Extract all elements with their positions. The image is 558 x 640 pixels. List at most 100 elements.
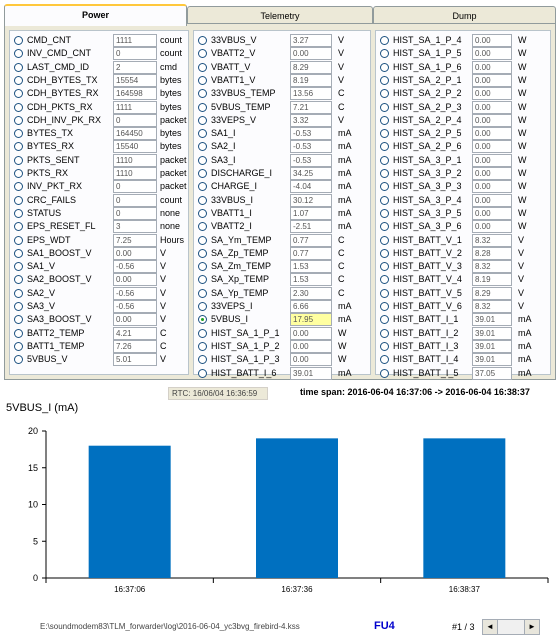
- radio-button[interactable]: [380, 89, 389, 99]
- radio-button[interactable]: [380, 288, 389, 298]
- radio-button[interactable]: [198, 208, 207, 218]
- telemetry-row[interactable]: SA1_V -0.56 V: [10, 260, 188, 274]
- radio-button[interactable]: [198, 288, 207, 298]
- radio-button[interactable]: [14, 62, 23, 72]
- radio-button[interactable]: [380, 49, 389, 59]
- radio-button[interactable]: [198, 368, 207, 378]
- telemetry-row[interactable]: SA3_I -0.53 mA: [194, 153, 370, 167]
- radio-button[interactable]: [14, 129, 23, 139]
- telemetry-row[interactable]: HIST_SA_2_P_1 0.00 W: [376, 73, 550, 87]
- telemetry-row[interactable]: 5VBUS_V 5.01 V: [10, 353, 188, 367]
- telemetry-row[interactable]: HIST_BATT_I_4 39.01 mA: [376, 353, 550, 367]
- telemetry-row[interactable]: EPS_WDT 7.25 Hours: [10, 233, 188, 247]
- telemetry-row[interactable]: HIST_BATT_I_6 39.01 mA: [194, 366, 370, 380]
- radio-button[interactable]: [198, 102, 207, 112]
- telemetry-row[interactable]: HIST_SA_2_P_6 0.00 W: [376, 140, 550, 154]
- telemetry-row[interactable]: SA2_BOOST_V 0.00 V: [10, 273, 188, 287]
- radio-button[interactable]: [198, 155, 207, 165]
- radio-button[interactable]: [198, 341, 207, 351]
- telemetry-row[interactable]: VBATT_V 8.29 V: [194, 60, 370, 74]
- radio-button[interactable]: [14, 328, 23, 338]
- radio-button[interactable]: [14, 115, 23, 125]
- radio-button[interactable]: [14, 235, 23, 245]
- telemetry-row[interactable]: SA3_BOOST_V 0.00 V: [10, 313, 188, 327]
- radio-button[interactable]: [198, 235, 207, 245]
- telemetry-row[interactable]: HIST_BATT_V_5 8.29 V: [376, 286, 550, 300]
- telemetry-row[interactable]: 5VBUS_TEMP 7.21 C: [194, 100, 370, 114]
- radio-button[interactable]: [380, 36, 389, 45]
- telemetry-row[interactable]: HIST_SA_1_P_3 0.00 W: [194, 353, 370, 367]
- telemetry-row[interactable]: HIST_SA_2_P_4 0.00 W: [376, 113, 550, 127]
- telemetry-row[interactable]: SA_Yp_TEMP 2.30 C: [194, 286, 370, 300]
- telemetry-row[interactable]: VBATT1_I 1.07 mA: [194, 206, 370, 220]
- telemetry-row[interactable]: SA1_I -0.53 mA: [194, 127, 370, 141]
- telemetry-row[interactable]: PKTS_SENT 1110 packet: [10, 153, 188, 167]
- telemetry-row[interactable]: INV_CMD_CNT 0 count: [10, 47, 188, 61]
- telemetry-row[interactable]: VBATT1_V 8.19 V: [194, 73, 370, 87]
- telemetry-row[interactable]: SA_Ym_TEMP 0.77 C: [194, 233, 370, 247]
- telemetry-row[interactable]: 33VBUS_I 30.12 mA: [194, 193, 370, 207]
- radio-button[interactable]: [380, 275, 389, 285]
- telemetry-row[interactable]: HIST_SA_1_P_2 0.00 W: [194, 339, 370, 353]
- radio-button[interactable]: [380, 195, 389, 205]
- radio-button[interactable]: [380, 235, 389, 245]
- telemetry-row[interactable]: HIST_SA_3_P_3 0.00 W: [376, 180, 550, 194]
- radio-button[interactable]: [380, 262, 389, 272]
- radio-button[interactable]: [198, 195, 207, 205]
- radio-button[interactable]: [380, 222, 389, 232]
- radio-button[interactable]: [380, 208, 389, 218]
- radio-button[interactable]: [380, 115, 389, 125]
- radio-button[interactable]: [380, 302, 389, 311]
- telemetry-row[interactable]: CDH_PKTS_RX 1111 bytes: [10, 100, 188, 114]
- radio-button[interactable]: [380, 155, 389, 165]
- next-page-icon[interactable]: ►: [524, 620, 539, 634]
- telemetry-row[interactable]: HIST_BATT_I_3 39.01 mA: [376, 339, 550, 353]
- radio-button[interactable]: [14, 155, 23, 165]
- telemetry-row[interactable]: HIST_BATT_V_3 8.32 V: [376, 260, 550, 274]
- radio-button[interactable]: [14, 89, 23, 99]
- radio-button[interactable]: [198, 222, 207, 232]
- telemetry-row[interactable]: CDH_BYTES_TX 15554 bytes: [10, 73, 188, 87]
- telemetry-row[interactable]: SA_Xp_TEMP 1.53 C: [194, 273, 370, 287]
- telemetry-row[interactable]: SA2_V -0.56 V: [10, 286, 188, 300]
- telemetry-row[interactable]: HIST_SA_2_P_3 0.00 W: [376, 100, 550, 114]
- telemetry-row[interactable]: HIST_BATT_I_5 37.05 mA: [376, 366, 550, 380]
- radio-button[interactable]: [14, 222, 23, 232]
- radio-button[interactable]: [198, 182, 207, 192]
- telemetry-row[interactable]: SA_Zp_TEMP 0.77 C: [194, 246, 370, 260]
- radio-button[interactable]: [198, 248, 207, 258]
- radio-button[interactable]: [14, 182, 23, 192]
- telemetry-row[interactable]: HIST_BATT_I_2 39.01 mA: [376, 326, 550, 340]
- telemetry-row[interactable]: SA2_I -0.53 mA: [194, 140, 370, 154]
- telemetry-row[interactable]: CRC_FAILS 0 count: [10, 193, 188, 207]
- telemetry-row[interactable]: BYTES_TX 164450 bytes: [10, 127, 188, 141]
- telemetry-row[interactable]: HIST_SA_3_P_1 0.00 W: [376, 153, 550, 167]
- telemetry-row[interactable]: HIST_BATT_V_2 8.28 V: [376, 246, 550, 260]
- telemetry-row[interactable]: DISCHARGE_I 34.25 mA: [194, 167, 370, 180]
- radio-button[interactable]: [14, 355, 23, 365]
- radio-button[interactable]: [198, 36, 207, 45]
- radio-button[interactable]: [198, 262, 207, 272]
- telemetry-row[interactable]: CDH_INV_PK_RX 0 packet: [10, 113, 188, 127]
- radio-button[interactable]: [380, 102, 389, 112]
- radio-button[interactable]: [198, 355, 207, 365]
- telemetry-row[interactable]: VBATT2_V 0.00 V: [194, 47, 370, 61]
- telemetry-row[interactable]: INV_PKT_RX 0 packet: [10, 180, 188, 194]
- telemetry-row[interactable]: STATUS 0 none: [10, 206, 188, 220]
- telemetry-row[interactable]: BATT2_TEMP 4.21 C: [10, 326, 188, 340]
- telemetry-row[interactable]: HIST_SA_3_P_5 0.00 W: [376, 206, 550, 220]
- prev-page-icon[interactable]: ◄: [483, 620, 498, 634]
- telemetry-row[interactable]: PKTS_RX 1110 packet: [10, 167, 188, 180]
- radio-button[interactable]: [14, 315, 23, 325]
- radio-button[interactable]: [14, 288, 23, 298]
- telemetry-row[interactable]: EPS_RESET_FL 3 none: [10, 220, 188, 234]
- radio-button[interactable]: [14, 49, 23, 59]
- telemetry-row[interactable]: HIST_BATT_V_4 8.19 V: [376, 273, 550, 287]
- telemetry-row[interactable]: 33VEPS_I 6.66 mA: [194, 300, 370, 313]
- telemetry-row[interactable]: 33VBUS_TEMP 13.56 C: [194, 87, 370, 101]
- radio-button[interactable]: [14, 248, 23, 258]
- telemetry-row[interactable]: HIST_SA_1_P_6 0.00 W: [376, 60, 550, 74]
- radio-button[interactable]: [380, 142, 389, 152]
- radio-button[interactable]: [14, 169, 23, 178]
- telemetry-row[interactable]: HIST_SA_2_P_2 0.00 W: [376, 87, 550, 101]
